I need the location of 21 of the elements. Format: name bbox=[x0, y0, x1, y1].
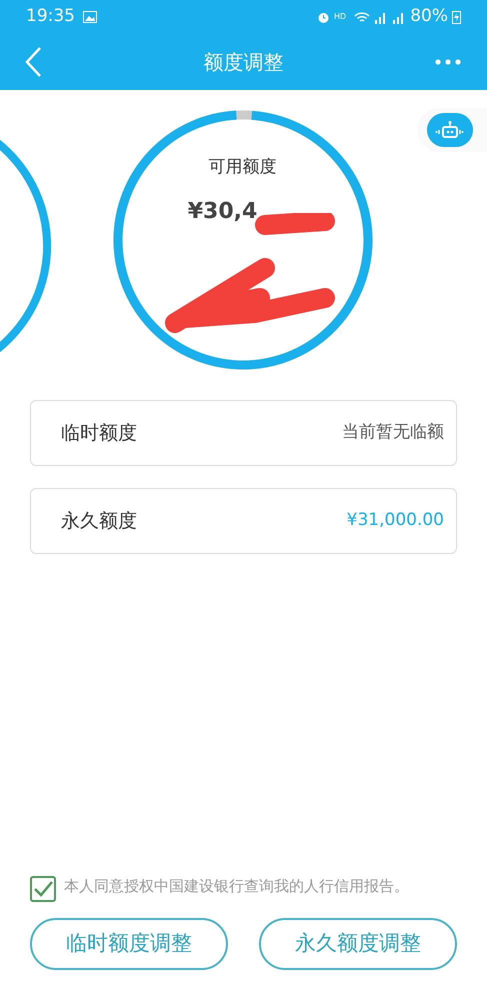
limit-label: 永久额度 bbox=[61, 508, 137, 534]
image-icon bbox=[83, 11, 97, 23]
gauge-label: 可用额度 bbox=[208, 156, 276, 179]
battery-percent: 80% bbox=[410, 5, 448, 28]
battery-icon bbox=[452, 10, 461, 24]
consent-checkbox[interactable] bbox=[30, 876, 56, 902]
more-icon bbox=[435, 59, 461, 65]
status-time: 19:35 bbox=[26, 5, 75, 28]
robot-icon bbox=[435, 120, 465, 140]
consent-text: 本人同意授权中国建设银行查询我的人行信用报告。 bbox=[64, 876, 410, 897]
page-title: 额度调整 bbox=[202, 49, 284, 76]
limit-card[interactable]: 临时额度 当前暂无临额 bbox=[30, 400, 457, 466]
hd-label: HD bbox=[334, 11, 346, 23]
limit-value: ¥31,000.00 bbox=[346, 509, 444, 532]
limit-label: 临时额度 bbox=[61, 420, 137, 446]
wifi-icon bbox=[354, 10, 370, 24]
robot-button[interactable] bbox=[427, 113, 473, 147]
alarm-icon bbox=[317, 10, 330, 24]
gauge-amount: ¥30,4 bbox=[188, 198, 258, 226]
limit-value: 当前暂无临额 bbox=[342, 421, 444, 444]
limit-card[interactable]: 永久额度 ¥31,000.00 bbox=[30, 488, 457, 554]
